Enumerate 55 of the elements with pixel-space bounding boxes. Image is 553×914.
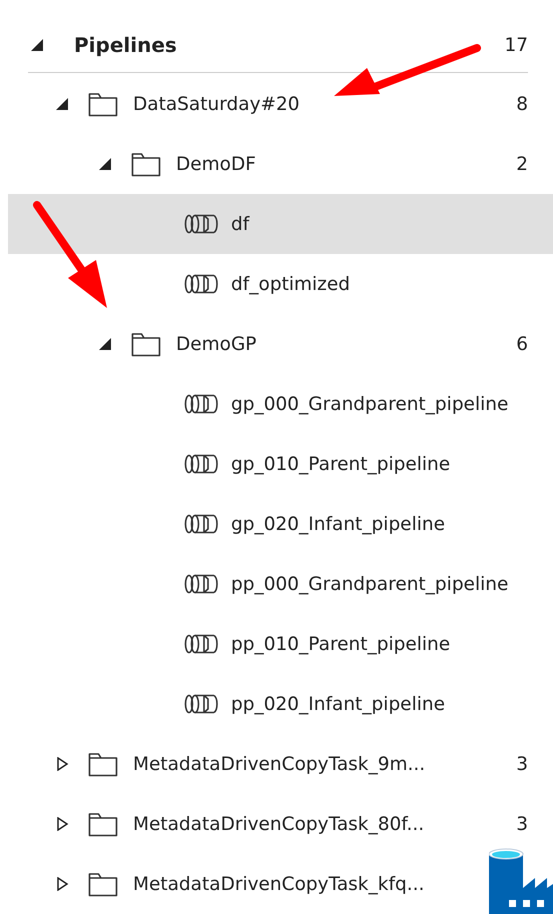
expand-icon[interactable]	[55, 817, 69, 831]
item-label: DemoGP	[176, 334, 256, 354]
folder-icon	[88, 871, 118, 897]
item-label: MetadataDrivenCopyTask_80f...	[133, 814, 424, 834]
folder-row[interactable]: DemoDF 2	[8, 134, 553, 194]
pipeline-row[interactable]: gp_020_Infant_pipeline	[8, 494, 553, 554]
pipeline-icon	[184, 454, 220, 474]
pipeline-icon	[184, 634, 220, 654]
pipeline-row[interactable]: gp_000_Grandparent_pipeline	[8, 374, 553, 434]
section-title: Pipelines	[74, 33, 177, 57]
item-label: pp_010_Parent_pipeline	[231, 634, 450, 654]
item-label: MetadataDrivenCopyTask_kfq...	[133, 874, 424, 894]
pipeline-icon	[184, 214, 220, 234]
pipeline-icon	[184, 274, 220, 294]
item-count: 6	[516, 334, 528, 354]
expand-icon[interactable]	[55, 757, 69, 771]
pipeline-row[interactable]: df	[8, 194, 553, 254]
folder-icon	[88, 751, 118, 777]
item-label: gp_020_Infant_pipeline	[231, 514, 445, 534]
item-label: pp_000_Grandparent_pipeline	[231, 574, 508, 594]
collapse-icon[interactable]	[98, 337, 112, 351]
pipeline-row[interactable]: pp_020_Infant_pipeline	[8, 674, 553, 734]
pipeline-icon	[184, 514, 220, 534]
expand-icon[interactable]	[55, 877, 69, 891]
collapse-icon[interactable]	[98, 157, 112, 171]
item-label: DemoDF	[176, 154, 256, 174]
item-count: 2	[516, 154, 528, 174]
folder-row[interactable]: MetadataDrivenCopyTask_9m... 3	[8, 734, 553, 794]
item-label: df	[231, 214, 250, 234]
pipeline-icon	[184, 694, 220, 714]
pipeline-row[interactable]: pp_000_Grandparent_pipeline	[8, 554, 553, 614]
item-label: DataSaturday#20	[133, 94, 300, 114]
folder-row[interactable]: DemoGP 6	[8, 314, 553, 374]
pipeline-row[interactable]: df_optimized	[8, 254, 553, 314]
collapse-icon[interactable]	[30, 38, 44, 52]
folder-icon	[131, 151, 161, 177]
pipeline-icon	[184, 574, 220, 594]
item-label: gp_010_Parent_pipeline	[231, 454, 450, 474]
folder-icon	[88, 91, 118, 117]
item-label: df_optimized	[231, 274, 350, 294]
item-label: gp_000_Grandparent_pipeline	[231, 394, 508, 414]
pipeline-row[interactable]: gp_010_Parent_pipeline	[8, 434, 553, 494]
pipeline-icon	[184, 394, 220, 414]
item-label: MetadataDrivenCopyTask_9m...	[133, 754, 426, 774]
folder-row[interactable]: MetadataDrivenCopyTask_80f... 3	[8, 794, 553, 854]
item-count: 3	[516, 754, 528, 774]
item-count: 8	[516, 94, 528, 114]
item-count: 3	[516, 814, 528, 834]
item-label: pp_020_Infant_pipeline	[231, 694, 445, 714]
folder-row[interactable]: DataSaturday#20 8	[8, 74, 553, 134]
folder-icon	[88, 811, 118, 837]
item-count: 17	[504, 34, 528, 56]
collapse-icon[interactable]	[55, 97, 69, 111]
pipeline-row[interactable]: pp_010_Parent_pipeline	[8, 614, 553, 674]
folder-icon	[131, 331, 161, 357]
